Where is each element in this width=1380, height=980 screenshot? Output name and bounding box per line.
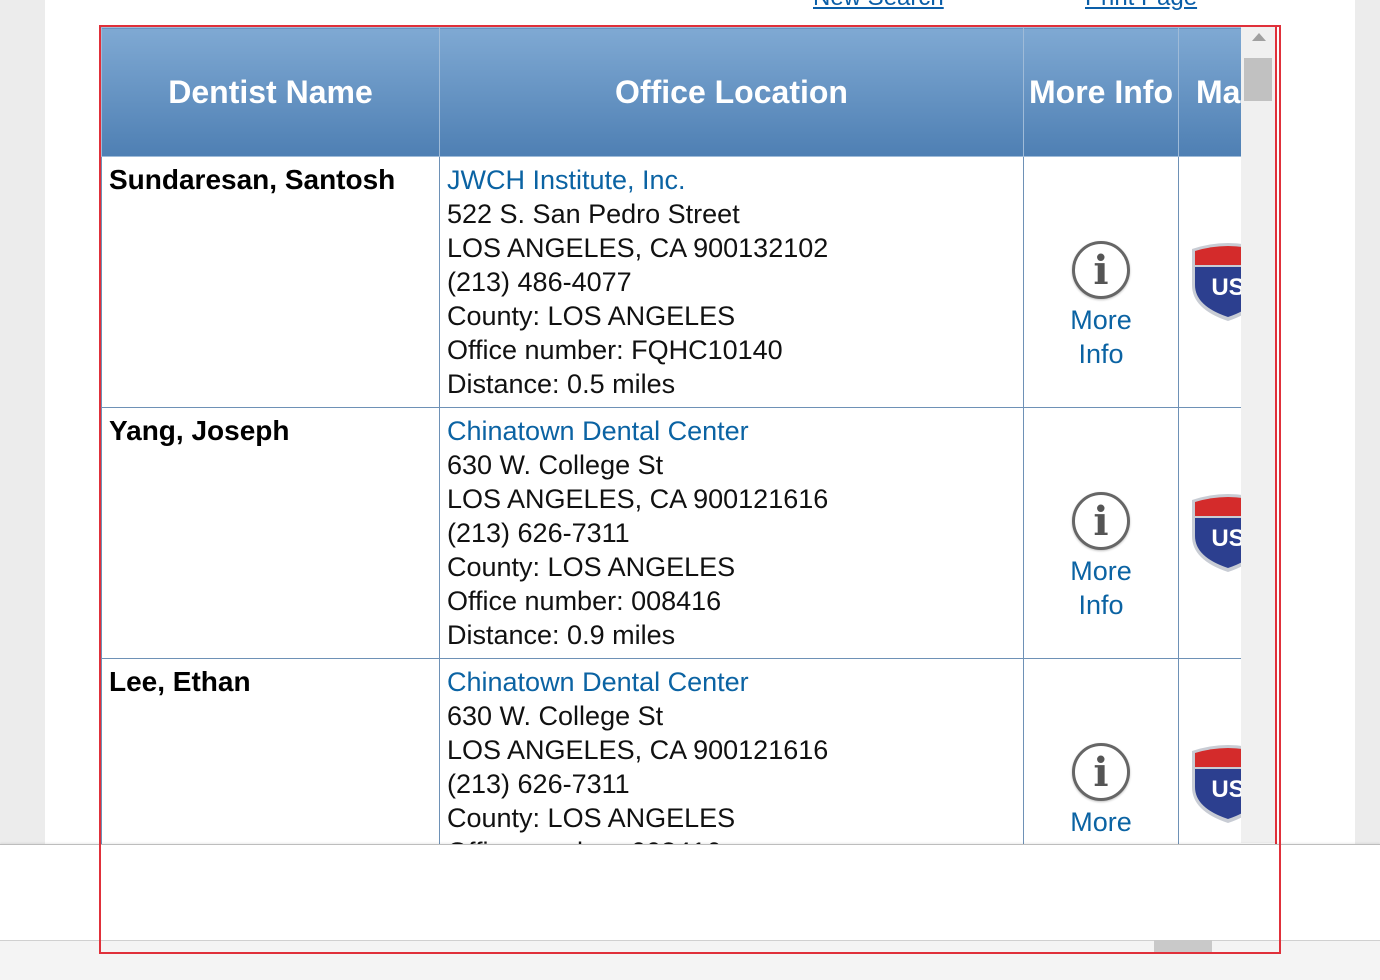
- header-office-location: Office Location: [439, 27, 1024, 157]
- table-row: Lee, Ethan Chinatown Dental Center 630 W…: [101, 658, 1275, 845]
- info-circle-icon[interactable]: i: [1072, 241, 1130, 299]
- office-street: 522 S. San Pedro Street: [447, 199, 740, 229]
- more-info-cell: i More Info: [1023, 156, 1179, 408]
- office-phone: (213) 486-4077: [447, 267, 632, 297]
- table-row: Yang, Joseph Chinatown Dental Center 630…: [101, 407, 1275, 659]
- office-number: Office number: 008416: [447, 586, 722, 616]
- more-info-button[interactable]: i More Info: [1024, 408, 1178, 622]
- office-name-link[interactable]: JWCH Institute, Inc.: [447, 163, 1023, 197]
- office-street: 630 W. College St: [447, 450, 664, 480]
- table-row: Sundaresan, Santosh JWCH Institute, Inc.…: [101, 156, 1275, 408]
- office-city: LOS ANGELES, CA 900121616: [447, 735, 829, 765]
- more-info-link[interactable]: More Info: [1056, 805, 1146, 845]
- dentist-results-table: Dentist Name Office Location More Info M…: [101, 27, 1275, 845]
- results-scroll-area[interactable]: Dentist Name Office Location More Info M…: [101, 27, 1275, 845]
- dentist-name-cell: Sundaresan, Santosh: [101, 156, 440, 408]
- office-location-cell: Chinatown Dental Center 630 W. College S…: [439, 407, 1024, 659]
- dentist-name: Yang, Joseph: [109, 415, 290, 446]
- shield-text: US: [1211, 776, 1244, 803]
- office-distance: Distance: 0.5 miles: [447, 369, 676, 399]
- horizontal-scrollbar-thumb[interactable]: [1154, 940, 1212, 954]
- header-more-info: More Info: [1023, 27, 1179, 157]
- print-page-link[interactable]: Print Page: [1085, 0, 1197, 12]
- scroll-up-arrow-icon[interactable]: [1252, 33, 1266, 41]
- office-city: LOS ANGELES, CA 900132102: [447, 233, 829, 263]
- office-location-cell: Chinatown Dental Center 630 W. College S…: [439, 658, 1024, 845]
- office-county: County: LOS ANGELES: [447, 803, 736, 833]
- office-number: Office number: FQHC10140: [447, 335, 783, 365]
- vertical-scrollbar[interactable]: [1241, 25, 1275, 843]
- shield-text: US: [1211, 525, 1244, 552]
- scrollbar-thumb[interactable]: [1244, 58, 1272, 101]
- more-info-link[interactable]: More Info: [1056, 554, 1146, 622]
- dentist-name: Lee, Ethan: [109, 666, 251, 697]
- office-phone: (213) 626-7311: [447, 518, 630, 548]
- dentist-name-cell: Yang, Joseph: [101, 407, 440, 659]
- more-info-button[interactable]: i More Info: [1024, 157, 1178, 371]
- new-search-link[interactable]: New Search: [813, 0, 944, 12]
- office-name-link[interactable]: Chinatown Dental Center: [447, 665, 1023, 699]
- office-street: 630 W. College St: [447, 701, 664, 731]
- info-circle-icon[interactable]: i: [1072, 743, 1130, 801]
- table-header-row: Dentist Name Office Location More Info M…: [101, 27, 1275, 157]
- more-info-cell: i More Info: [1023, 407, 1179, 659]
- header-dentist-name: Dentist Name: [101, 27, 440, 157]
- top-links: New Search Print Page: [45, 0, 1355, 12]
- more-info-button[interactable]: i More Info: [1024, 659, 1178, 845]
- office-location-cell: JWCH Institute, Inc. 522 S. San Pedro St…: [439, 156, 1024, 408]
- office-county: County: LOS ANGELES: [447, 552, 736, 582]
- office-county: County: LOS ANGELES: [447, 301, 736, 331]
- shield-text: US: [1211, 274, 1244, 301]
- more-info-cell: i More Info: [1023, 658, 1179, 845]
- office-city: LOS ANGELES, CA 900121616: [447, 484, 829, 514]
- dentist-name-cell: Lee, Ethan: [101, 658, 440, 845]
- office-name-link[interactable]: Chinatown Dental Center: [447, 414, 1023, 448]
- bottom-panel: [0, 844, 1380, 941]
- info-circle-icon[interactable]: i: [1072, 492, 1130, 550]
- office-phone: (213) 626-7311: [447, 769, 630, 799]
- results-table-frame: Dentist Name Office Location More Info M…: [99, 25, 1277, 953]
- page-content: New Search Print Page Dentist Name Offic…: [45, 0, 1355, 979]
- more-info-link[interactable]: More Info: [1056, 303, 1146, 371]
- office-distance: Distance: 0.9 miles: [447, 620, 676, 650]
- dentist-name: Sundaresan, Santosh: [109, 164, 396, 195]
